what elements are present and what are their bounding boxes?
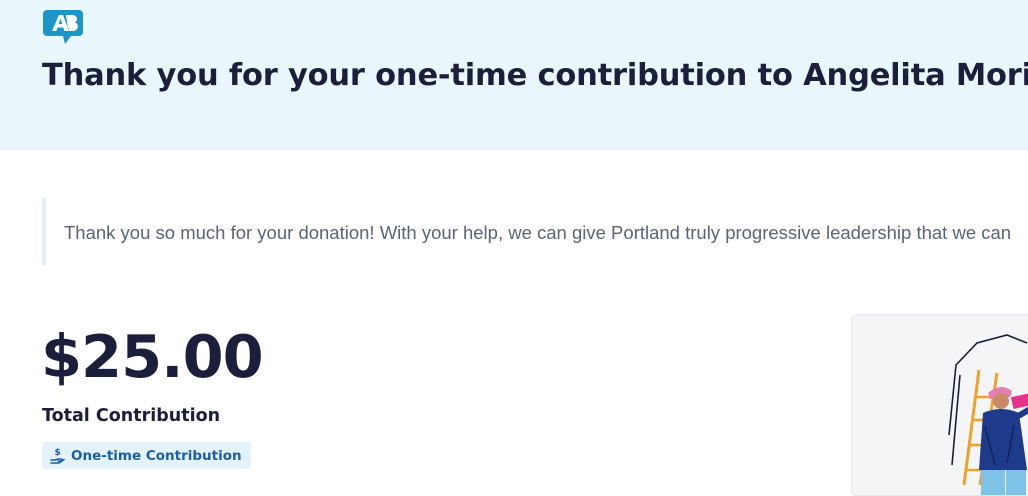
ab-logo-icon[interactable]	[42, 9, 84, 45]
thank-you-message-text: Thank you so much for your donation! Wit…	[64, 222, 1012, 243]
hand-dollar-icon: $	[50, 448, 65, 464]
page-title: Thank you for your one-time contribution…	[42, 58, 1028, 93]
contribution-amount: $25.00	[41, 322, 264, 391]
total-contribution-label: Total Contribution	[42, 406, 221, 426]
contribution-type-badge: $ One-time Contribution	[42, 442, 251, 469]
svg-text:$: $	[55, 448, 61, 458]
illustration-card	[851, 314, 1028, 496]
badge-label: One-time Contribution	[71, 447, 242, 464]
person-on-ladder-illustration	[948, 334, 1028, 495]
thank-you-message: Thank you so much for your donation! Wit…	[42, 198, 1028, 265]
page-header: Thank you for your one-time contribution…	[0, 0, 1028, 150]
